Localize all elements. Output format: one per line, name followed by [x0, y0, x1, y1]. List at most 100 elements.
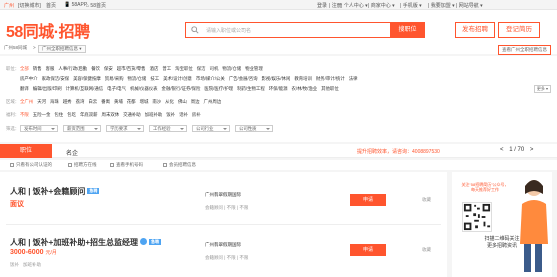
filter-select[interactable]: 发布时间	[20, 125, 58, 132]
welfare-filter-option[interactable]: 周末双休	[102, 112, 120, 118]
job-title[interactable]: 人和 | 饭补+会籍顾问 急聘	[10, 186, 100, 197]
job-filter-option[interactable]: 计算机/互联网/通信	[66, 86, 104, 92]
job-filter-option[interactable]: 市场/媒介/公关	[196, 76, 225, 82]
area-filter-option[interactable]: 佛山	[178, 99, 187, 105]
job-filter-option[interactable]: 编辑/出版/印刷	[33, 86, 62, 92]
area-filter-option[interactable]: 越秀	[63, 99, 72, 105]
job-filter-option[interactable]: 翻译	[20, 86, 29, 92]
welfare-filter-option[interactable]: 五险一金	[33, 112, 51, 118]
online-recruiter-checkbox[interactable]: 招聘方在线	[68, 162, 97, 168]
next-page-button[interactable]: >	[530, 147, 534, 153]
logo[interactable]: 58同城·招聘	[6, 18, 90, 42]
side-ad[interactable]: 关注“58招聘简历”公众号，每天推荐好工作 扫描二维码关注 更多招聘资讯	[452, 172, 552, 277]
job-filter-option[interactable]: 客服	[46, 66, 55, 72]
welfare-filter-option[interactable]: 加班补助	[145, 112, 163, 118]
apply-button[interactable]: 申请	[350, 244, 386, 256]
area-filter-option[interactable]: 白云	[88, 99, 97, 105]
job-filter-option[interactable]: 美术/设计/创意	[163, 76, 192, 82]
welfare-filter-option[interactable]: 包吃	[67, 112, 76, 118]
job-filter-option[interactable]: 酒店	[150, 66, 159, 72]
job-filter-option[interactable]: 淘宝职位	[175, 66, 193, 72]
job-filter-option[interactable]: 超市/百货/零售	[117, 66, 146, 72]
search-input[interactable]: 请输入职位或公司名	[206, 27, 251, 34]
job-filter-option[interactable]: 房产中介	[20, 76, 38, 82]
job-filter-option[interactable]: 金融/银行/证券/保险	[162, 86, 201, 92]
job-filter-option[interactable]: 广告/会展/咨询	[229, 76, 258, 82]
job-filter-option[interactable]: 技工	[150, 76, 159, 82]
job-filter-option[interactable]: 法律	[349, 76, 358, 82]
job-filter-option[interactable]: 制药/生物工程	[237, 86, 265, 92]
area-filter-option[interactable]: 番禺	[101, 99, 110, 105]
favorite-button[interactable]: 收藏	[422, 197, 431, 203]
job-filter-option[interactable]: 普工	[162, 66, 171, 72]
job-filter-option[interactable]: 教育培训	[294, 76, 312, 82]
job-filter-option[interactable]: 影视/娱乐/休闲	[262, 76, 291, 82]
personal-center-link[interactable]: | 个人中心 ▾	[341, 2, 368, 9]
welfare-filter-option[interactable]: 不限	[20, 112, 29, 118]
area-filter-option[interactable]: 从化	[165, 99, 174, 105]
favorite-button[interactable]: 收藏	[422, 247, 431, 253]
job-filter-option[interactable]: 物流/仓储	[128, 76, 147, 82]
area-filter-option[interactable]: 广州周边	[204, 99, 222, 105]
job-filter-option[interactable]: 保安	[104, 66, 113, 72]
register-resume-button[interactable]: 登记简历	[498, 22, 540, 38]
category-info-link[interactable]: 查看广州全职招聘信息	[498, 45, 551, 55]
job-filter-option[interactable]: 贸易/采购	[105, 76, 124, 82]
area-filter-option[interactable]: 黄埔	[114, 99, 123, 105]
job-filter-option[interactable]: 财务/审计/统计	[316, 76, 345, 82]
company-name[interactable]: 广州翡翠假期国际	[205, 242, 241, 248]
area-filter-option[interactable]: 海珠	[50, 99, 59, 105]
job-filter-option[interactable]: 物业管理	[245, 66, 263, 72]
job-filter-option[interactable]: 医院/医疗/护理	[204, 86, 233, 92]
tab-jobs[interactable]: 职位	[0, 144, 52, 158]
apply-button[interactable]: 申请	[350, 194, 386, 206]
area-filter-option[interactable]: 周边	[191, 99, 200, 105]
register-link[interactable]: | 注册	[329, 2, 342, 9]
company-name[interactable]: 广州翡翠假期国际	[205, 192, 241, 198]
filter-select[interactable]: 学历要求	[106, 125, 144, 132]
company-verified-checkbox[interactable]: 只看有公司认证的	[10, 162, 52, 168]
job-filter-option[interactable]: 物流/仓储	[222, 66, 241, 72]
area-filter-option[interactable]: 增城	[140, 99, 149, 105]
filter-select[interactable]: 公司性质	[235, 125, 273, 132]
welfare-filter-option[interactable]: 饭补	[166, 112, 175, 118]
job-filter-option[interactable]: 司机	[210, 66, 219, 72]
area-filter-option[interactable]: 天河	[37, 99, 46, 105]
area-filter-option[interactable]: 荔湾	[76, 99, 85, 105]
welfare-filter-option[interactable]: 交通补助	[123, 112, 141, 118]
job-filter-option[interactable]: 餐饮	[91, 66, 100, 72]
job-filter-option[interactable]: 家政保洁/安保	[42, 76, 70, 82]
login-link[interactable]: 登录	[317, 2, 327, 9]
breadcrumb-category[interactable]: 广州全职招聘信息 ▾	[38, 45, 86, 53]
job-filter-option[interactable]: 全部	[20, 66, 29, 72]
prev-page-button[interactable]: <	[500, 147, 504, 153]
member-checkbox[interactable]: 会员招聘信息	[163, 162, 196, 168]
post-job-button[interactable]: 发布招聘	[455, 22, 495, 38]
enterprise-link[interactable]: | 我要加盟 ▾	[428, 2, 455, 9]
job-filter-option[interactable]: 人事/行政/后勤	[58, 66, 87, 72]
tab-companies[interactable]: 名企	[66, 148, 78, 157]
home-link[interactable]: 首页	[46, 2, 56, 9]
job-filter-option[interactable]: 保洁	[197, 66, 206, 72]
job-filter-option[interactable]: 电子/电气	[107, 86, 126, 92]
phone-checkbox[interactable]: 查看手机号码	[110, 162, 143, 168]
job-filter-option[interactable]: 环保/能源	[269, 86, 288, 92]
filter-select[interactable]: 工作经验	[149, 125, 187, 132]
job-filter-option[interactable]: 销售	[33, 66, 42, 72]
filter-select[interactable]: 薪资范围	[63, 125, 101, 132]
search-button[interactable]: 搜职位	[390, 22, 425, 38]
mobile-link[interactable]: | 手机版 ▾	[400, 2, 422, 9]
area-filter-option[interactable]: 全广州	[20, 99, 33, 105]
breadcrumb-city[interactable]: 广州58同城	[4, 45, 27, 51]
switch-city-link[interactable]: [切换城市]	[18, 2, 41, 9]
job-filter-option[interactable]: 农/林/牧/渔业	[292, 86, 318, 92]
merchant-center-link[interactable]: | 商家中心 ▾	[368, 2, 395, 9]
welfare-filter-option[interactable]: 包住	[54, 112, 63, 118]
app-link[interactable]: 📱 58APP	[64, 2, 87, 8]
welfare-filter-option[interactable]: 年底双薪	[80, 112, 98, 118]
job-title[interactable]: 人和 | 饭补+加班补助+招生总监经理 急聘	[10, 237, 162, 248]
site-navigation-link[interactable]: | 网站导航 ▾	[456, 2, 483, 9]
filter-select[interactable]: 公司行业	[192, 125, 230, 132]
job-filter-option[interactable]: 其他职位	[321, 86, 339, 92]
site-home-link[interactable]: ⌂ 58首页	[86, 2, 106, 9]
